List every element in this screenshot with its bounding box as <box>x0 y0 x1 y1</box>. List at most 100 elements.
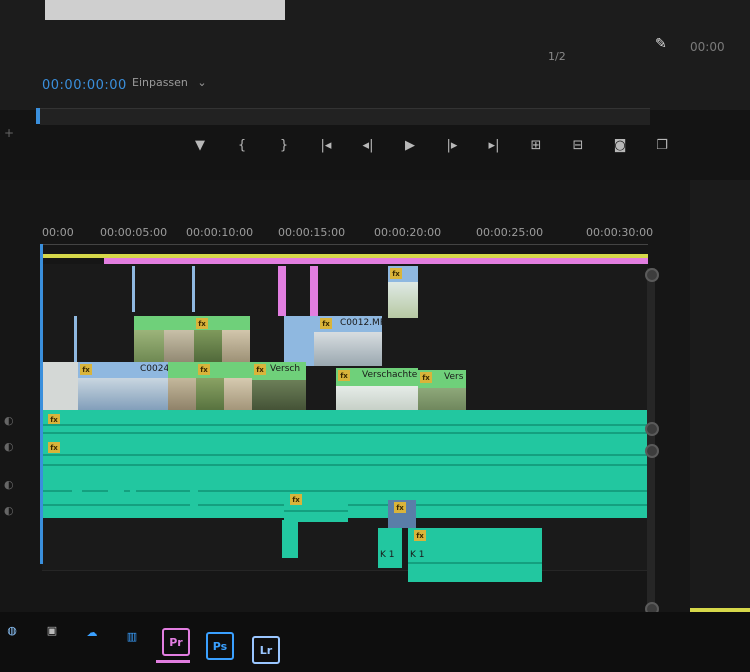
clip-thumbnail <box>168 378 196 412</box>
ruler-tick: 00:00:30:00 <box>586 226 654 239</box>
clip-name: C0024 <box>140 364 168 374</box>
ruler-tick: 00:00:05:00 <box>100 226 168 239</box>
clip-thumbnail <box>224 378 252 412</box>
time-ruler[interactable] <box>42 244 648 245</box>
audio-clip[interactable]: fx K 1 <box>408 528 542 582</box>
clip-thumbnail <box>388 282 418 318</box>
ruler-tick: 00:00:25:00 <box>476 226 544 239</box>
ruler-tick: 00:00 <box>42 226 74 239</box>
video-clip[interactable] <box>134 316 194 364</box>
video-clip[interactable]: fx <box>388 266 418 318</box>
track-a4[interactable] <box>42 520 648 571</box>
video-clip[interactable] <box>192 266 195 312</box>
play-icon[interactable]: ▶ <box>400 135 420 155</box>
transport-controls: ▼ { } |◂ ◂| ▶ |▸ ▸| ⊞ ⊟ ◙ ❐ <box>190 132 672 158</box>
fx-badge: fx <box>390 268 402 279</box>
audio-waveform <box>42 432 648 434</box>
lightroom-icon[interactable]: Lr <box>252 636 280 664</box>
video-clip[interactable]: fx C0012.MP <box>284 316 382 366</box>
chevron-down-icon: ⌄ <box>197 76 207 89</box>
clip-name: C0012.MP <box>340 318 382 328</box>
adjustment-clip[interactable] <box>310 266 318 316</box>
audio-clip[interactable] <box>130 480 136 504</box>
mark-in-icon[interactable]: { <box>232 135 252 155</box>
audio-waveform <box>284 510 348 512</box>
audio-waveform <box>42 454 648 456</box>
mute-icon[interactable]: ◐ <box>4 440 14 453</box>
fx-badge: fx <box>198 364 210 375</box>
side-panel <box>690 180 750 620</box>
photoshop-icon[interactable]: Ps <box>206 632 234 660</box>
fx-badge: fx <box>394 502 406 513</box>
overwrite-icon[interactable]: ⊟ <box>568 135 588 155</box>
fx-badge: fx <box>80 364 92 375</box>
fx-badge: fx <box>290 494 302 505</box>
fx-badge: fx <box>48 442 60 453</box>
ruler-tick: 00:00:20:00 <box>374 226 442 239</box>
audio-clip[interactable]: fx <box>42 440 648 474</box>
mark-out-icon[interactable]: } <box>274 135 294 155</box>
video-clip[interactable] <box>132 266 135 312</box>
mute-icon[interactable]: ◐ <box>4 478 14 491</box>
clip-name: K 1 <box>410 550 425 560</box>
mute-icon[interactable]: ◐ <box>4 414 14 427</box>
clip-thumbnail <box>196 378 224 412</box>
playhead-timecode[interactable]: 00:00:00:00 <box>42 78 127 93</box>
cloud-icon[interactable]: ☁ <box>80 620 104 644</box>
files-icon[interactable]: ▥ <box>120 624 144 648</box>
step-forward-icon[interactable]: |▸ <box>442 135 462 155</box>
marker-icon[interactable]: ▼ <box>190 135 210 155</box>
fx-badge: fx <box>414 530 426 541</box>
settings-icon[interactable]: ✎ <box>655 36 667 52</box>
premiere-icon[interactable]: Pr <box>162 628 190 656</box>
scroll-handle[interactable] <box>645 444 659 458</box>
audio-clip[interactable]: fx <box>284 492 348 522</box>
timeline-vertical-scrollbar[interactable] <box>647 268 655 608</box>
fit-select-label: Einpassen <box>132 76 188 89</box>
video-clip[interactable] <box>168 362 196 412</box>
clip-thumbnail <box>194 330 222 364</box>
audio-clip[interactable] <box>282 520 298 558</box>
audio-clip[interactable]: fx <box>42 410 648 442</box>
fx-badge: fx <box>196 318 208 329</box>
monitor-scrub-bar[interactable] <box>40 108 650 125</box>
timeline-playhead[interactable] <box>40 244 43 564</box>
browser-icon[interactable]: ◍ <box>0 618 24 642</box>
compare-icon[interactable]: ❐ <box>652 135 672 155</box>
app-icon[interactable]: ▣ <box>40 618 64 642</box>
video-clip[interactable]: fx <box>194 316 250 364</box>
audio-clip[interactable] <box>190 482 198 508</box>
scroll-handle[interactable] <box>645 422 659 436</box>
audio-clip[interactable]: K 1 <box>378 528 402 568</box>
adjustment-clip[interactable] <box>278 266 286 316</box>
add-icon[interactable]: + <box>4 126 14 140</box>
monitor-playhead[interactable] <box>36 108 40 124</box>
clip-name: K 1 <box>380 550 395 560</box>
resolution-select[interactable]: 1/2 <box>548 50 566 63</box>
audio-clip[interactable]: fx <box>388 500 416 528</box>
clip-name: Versch <box>270 364 301 374</box>
scroll-handle[interactable] <box>645 268 659 282</box>
video-clip[interactable]: fx Versch <box>252 362 306 416</box>
fx-badge: fx <box>254 364 266 375</box>
export-frame-icon[interactable]: ◙ <box>610 135 630 155</box>
video-clip[interactable]: fx C0024 <box>78 362 168 412</box>
go-to-out-icon[interactable]: ▸| <box>484 135 504 155</box>
mute-icon[interactable]: ◐ <box>4 504 14 517</box>
duration-timecode: 00:00 <box>690 40 725 54</box>
audio-clip[interactable] <box>72 478 82 502</box>
clip-thumbnail <box>164 330 194 364</box>
clip-thumbnail <box>314 332 382 366</box>
insert-icon[interactable]: ⊞ <box>526 135 546 155</box>
audio-waveform <box>408 562 542 564</box>
fx-badge: fx <box>420 372 432 383</box>
video-clip[interactable]: fx <box>196 362 252 412</box>
fx-badge: fx <box>338 370 350 381</box>
clip-thumbnail <box>134 330 164 364</box>
audio-clip[interactable] <box>108 478 124 504</box>
fit-select[interactable]: Einpassen ⌄ <box>132 76 207 89</box>
go-to-in-icon[interactable]: |◂ <box>316 135 336 155</box>
video-clip[interactable] <box>74 316 77 362</box>
step-back-icon[interactable]: ◂| <box>358 135 378 155</box>
video-clip[interactable] <box>42 362 78 412</box>
